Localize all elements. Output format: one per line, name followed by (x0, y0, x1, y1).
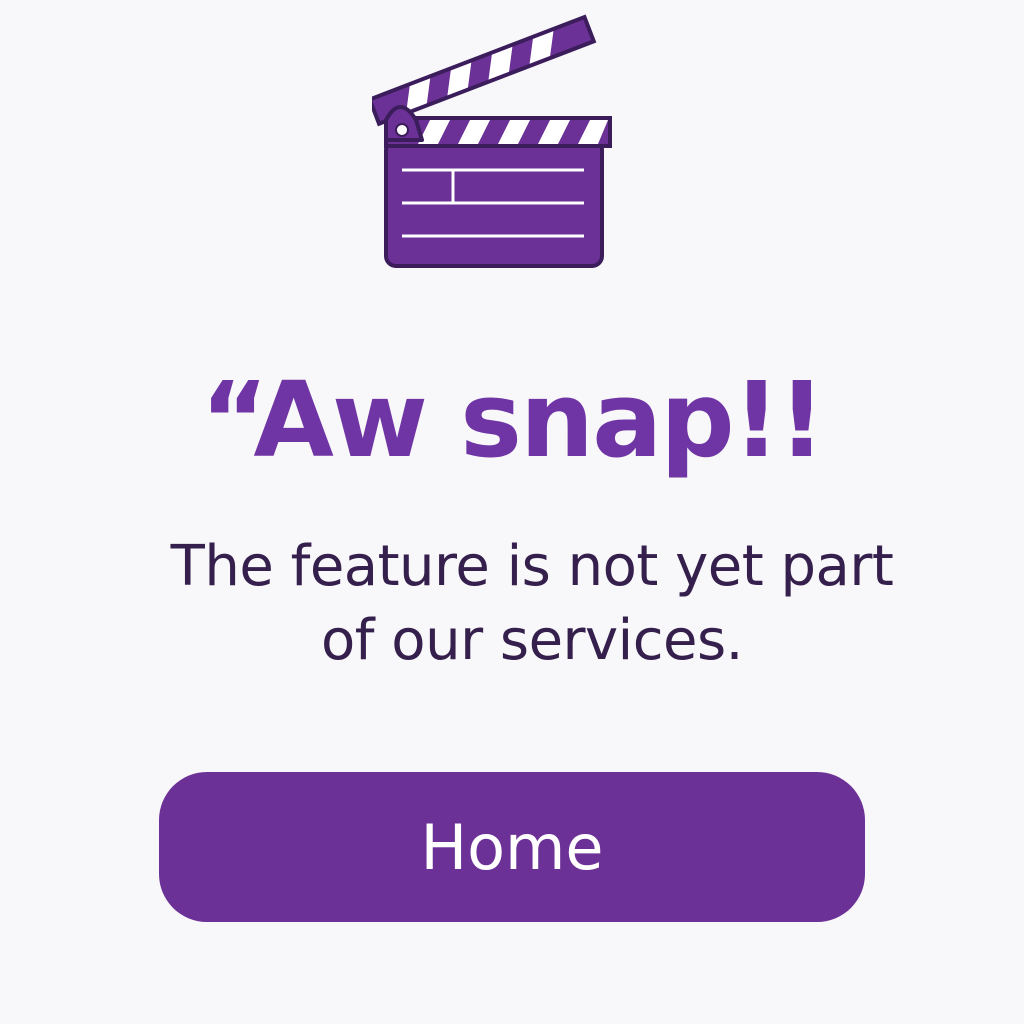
error-page: “Aw snap!! The feature is not yet part o… (0, 0, 1024, 1024)
clapperboard-icon (372, 14, 616, 272)
error-headline: “Aw snap!! (200, 359, 825, 481)
home-button[interactable]: Home (159, 772, 865, 922)
error-message: The feature is not yet part of our servi… (170, 534, 894, 673)
